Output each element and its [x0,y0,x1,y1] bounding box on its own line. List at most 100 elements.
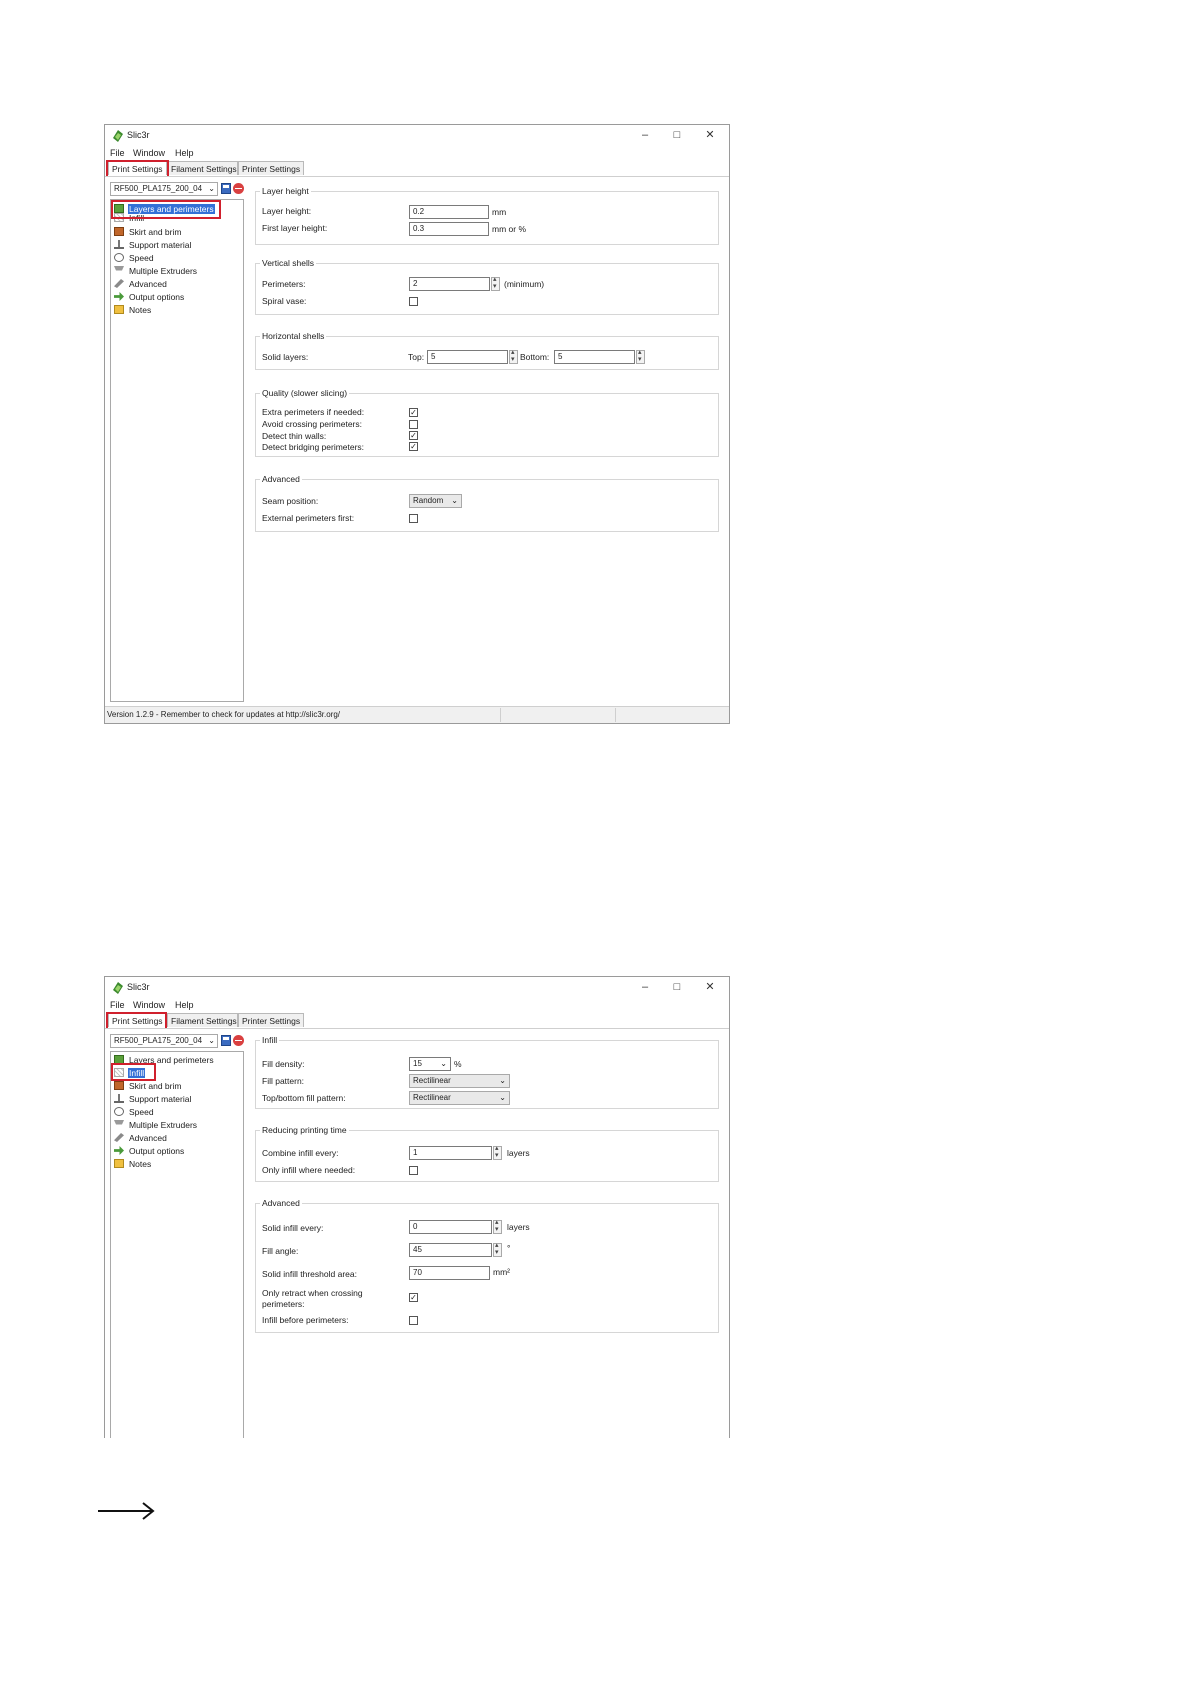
bottom-layers-spinner[interactable] [636,348,645,364]
top-bottom-pattern-select[interactable]: Rectilinear ⌄ [409,1091,510,1105]
tree-item-label: Advanced [129,1133,167,1143]
first-layer-height-input[interactable]: 0.3 [409,222,489,236]
tree-item-extruders[interactable]: Multiple Extruders [114,265,198,277]
tree-item-advanced[interactable]: Advanced [114,1132,168,1144]
unit-label: layers [507,1222,530,1232]
group-title: Horizontal shells [260,331,327,341]
output-icon [114,1146,124,1155]
group-horizontal-shells: Horizontal shells Solid layers: Top: 5 B… [255,331,719,370]
minimize-icon[interactable]: – [636,980,654,994]
delete-preset-icon[interactable] [233,1035,244,1046]
avoid-crossing-checkbox[interactable] [409,420,418,429]
menu-window[interactable]: Window [133,1000,165,1010]
save-preset-icon[interactable] [221,183,231,194]
tab-filament-settings[interactable]: Filament Settings [167,161,238,175]
maximize-icon[interactable]: □ [668,980,686,994]
close-icon[interactable]: ✕ [701,128,719,142]
tree-item-notes[interactable]: Notes [114,304,152,316]
select-value: 15 [413,1059,422,1068]
tree-item-label: Multiple Extruders [129,266,198,276]
preset-value: RF500_PLA175_200_04 [114,1036,203,1045]
tree-item-support[interactable]: Support material [114,239,192,251]
tree-item-label: Support material [129,1094,192,1104]
perimeters-spinner[interactable] [491,275,500,291]
status-text: Version 1.2.9 - Remember to check for up… [107,710,341,719]
solid-infill-every-spinner[interactable] [493,1218,502,1234]
preset-select[interactable]: RF500_PLA175_200_04 ⌄ [110,182,218,196]
extra-perimeters-checkbox[interactable]: ✓ [409,408,418,417]
field-label: Extra perimeters if needed: [262,407,365,417]
fill-pattern-select[interactable]: Rectilinear ⌄ [409,1074,510,1088]
notes-icon [114,305,124,314]
menu-file[interactable]: File [110,1000,125,1010]
support-icon [114,1094,124,1103]
perimeters-input[interactable]: 2 [409,277,490,291]
thin-walls-checkbox[interactable]: ✓ [409,431,418,440]
top-layers-spinner[interactable] [509,348,518,364]
fill-density-select[interactable]: 15 ⌄ [409,1057,451,1071]
bridging-perimeters-checkbox[interactable]: ✓ [409,442,418,451]
tree-item-notes[interactable]: Notes [114,1158,152,1170]
preset-select[interactable]: RF500_PLA175_200_04 ⌄ [110,1034,218,1048]
tree-item-output[interactable]: Output options [114,291,185,303]
solid-infill-every-input[interactable]: 0 [409,1220,492,1234]
field-label: Detect bridging perimeters: [262,442,365,452]
external-first-checkbox[interactable] [409,514,418,523]
tree-item-skirt[interactable]: Skirt and brim [114,1080,182,1092]
combine-infill-input[interactable]: 1 [409,1146,492,1160]
top-layers-input[interactable]: 5 [427,350,508,364]
field-label: Only retract when crossing [262,1288,363,1298]
field-label: Avoid crossing perimeters: [262,419,362,429]
delete-preset-icon[interactable] [233,183,244,194]
bottom-layers-input[interactable]: 5 [554,350,635,364]
field-label: First layer height: [262,223,328,233]
combine-infill-spinner[interactable] [493,1144,502,1160]
tree-item-support[interactable]: Support material [114,1093,192,1105]
tab-printer-settings[interactable]: Printer Settings [238,1013,304,1027]
tree-item-speed[interactable]: Speed [114,252,155,264]
slic3r-window-layers: Slic3r – □ ✕ File Window Help Print Sett… [104,124,730,724]
tree-item-advanced[interactable]: Advanced [114,278,168,290]
layer-height-input[interactable]: 0.2 [409,205,489,219]
settings-tree: Layers and perimeters Infill Skirt and b… [110,199,244,702]
tree-item-speed[interactable]: Speed [114,1106,155,1118]
tree-item-skirt[interactable]: Skirt and brim [114,226,182,238]
maximize-icon[interactable]: □ [668,128,686,142]
field-label: Solid infill threshold area: [262,1269,357,1279]
wrench-icon [114,279,124,288]
unit-label: % [454,1059,462,1069]
chevron-down-icon: ⌄ [440,1059,447,1068]
only-infill-needed-checkbox[interactable] [409,1166,418,1175]
only-retract-crossing-checkbox[interactable]: ✓ [409,1293,418,1302]
menu-file[interactable]: File [110,148,125,158]
skirt-icon [114,1081,124,1090]
tree-item-label: Notes [129,305,152,315]
tree-item-label: Skirt and brim [129,1081,182,1091]
settings-body: RF500_PLA175_200_04 ⌄ Layers and perimete… [105,1028,729,1438]
tab-filament-settings[interactable]: Filament Settings [167,1013,238,1027]
settings-tabs: Print Settings Filament Settings Printer… [105,1012,729,1030]
output-icon [114,292,124,301]
support-icon [114,240,124,249]
tab-printer-settings[interactable]: Printer Settings [238,161,304,175]
menu-window[interactable]: Window [133,148,165,158]
minimize-icon[interactable]: – [636,128,654,142]
field-label: Infill before perimeters: [262,1315,349,1325]
settings-body: RF500_PLA175_200_04 ⌄ Layers and perimete… [105,176,729,707]
spiral-vase-checkbox[interactable] [409,297,418,306]
fill-angle-input[interactable]: 45 [409,1243,492,1257]
infill-before-perimeters-checkbox[interactable] [409,1316,418,1325]
menu-help[interactable]: Help [175,148,194,158]
seam-position-select[interactable]: Random ⌄ [409,494,462,508]
fill-angle-spinner[interactable] [493,1241,502,1257]
threshold-area-input[interactable]: 70 [409,1266,490,1280]
group-layer-height: Layer height Layer height: 0.2 mm First … [255,186,719,245]
unit-label: layers [507,1148,530,1158]
chevron-down-icon: ⌄ [451,496,458,505]
tree-item-output[interactable]: Output options [114,1145,185,1157]
menu-help[interactable]: Help [175,1000,194,1010]
tree-item-extruders[interactable]: Multiple Extruders [114,1119,198,1131]
close-icon[interactable]: ✕ [701,980,719,994]
window-title: Slic3r [127,982,150,992]
save-preset-icon[interactable] [221,1035,231,1046]
